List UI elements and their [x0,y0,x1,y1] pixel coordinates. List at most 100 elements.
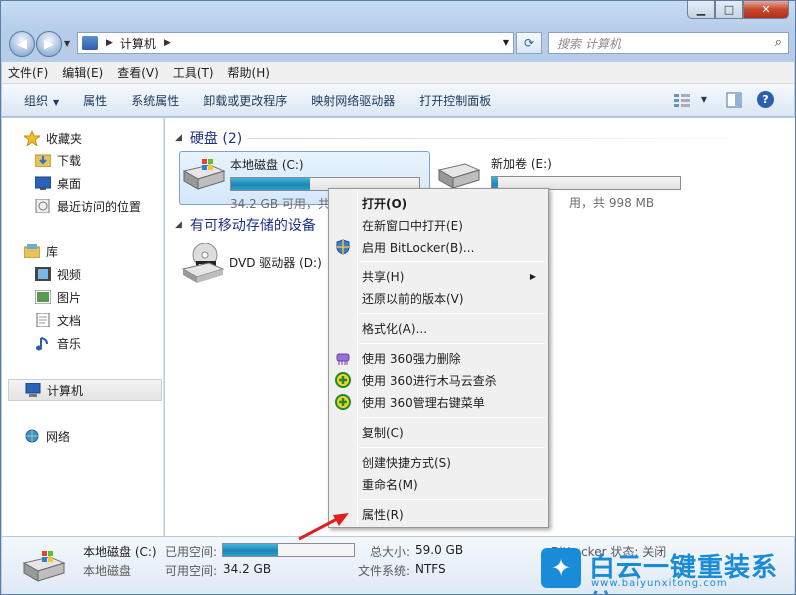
menu-360-scan[interactable]: 使用 360进行木马云查杀 [331,369,546,391]
details-fs-value: NTFS [415,562,446,576]
nav-computer-label: 计算机 [47,383,84,398]
menu-create-shortcut[interactable]: 创建快捷方式(S) [331,451,546,473]
menu-open[interactable]: 打开(O) [331,192,546,214]
menu-separator [359,313,545,314]
group-removable[interactable]: ◢ 有可移动存储的设备 [175,215,316,235]
collapse-icon[interactable]: ◢ [175,133,182,143]
search-icon[interactable]: ⌕ [775,35,782,50]
menu-help[interactable]: 帮助(H) [228,64,270,81]
group-hard-disks[interactable]: ◢ 硬盘 (2) [175,128,242,148]
desktop-icon [34,176,52,190]
menu-file[interactable]: 文件(F) [8,64,48,81]
menu-restore-versions[interactable]: 还原以前的版本(V) [331,287,546,309]
nav-network[interactable]: 网络 [24,425,184,447]
menu-properties[interactable]: 属性(R) [331,503,546,525]
menu-format[interactable]: 格式化(A)... [331,317,546,339]
computer-icon [25,382,41,397]
back-button[interactable]: ◀ [9,31,35,57]
network-icon [24,429,40,443]
navigation-pane: 收藏夹 下载 桌面 最近访问的位置 库 视频 图片 文档 音乐 计算机 网络 [2,118,164,536]
breadcrumb-separator-icon[interactable]: ▶ [164,38,171,48]
recent-pages-dropdown[interactable]: ▼ [64,39,70,48]
menu-open-new-window[interactable]: 在新窗口中打开(E) [331,214,546,236]
explorer-window: ▁ □ ✕ ◀ ▶ ▼ ▶ 计算机 ▶ ▼ ⟳ 搜索 计算机 ⌕ 文件(F) 编… [0,0,796,595]
menu-copy[interactable]: 复制(C) [331,421,546,443]
address-dropdown-icon[interactable]: ▼ [503,38,509,47]
search-input[interactable]: 搜索 计算机 ⌕ [548,32,789,54]
details-type: 本地磁盘 [83,564,132,578]
nav-network-label: 网络 [46,429,71,444]
group-divider [247,138,787,139]
details-fs-label: 文件系统: [358,564,411,578]
dvd-drive-icon: DVD [179,242,229,283]
close-button[interactable]: ✕ [743,1,789,19]
dvd-name: DVD 驱动器 (D:) [229,256,322,270]
menu-tools[interactable]: 工具(T) [173,64,214,81]
video-icon [35,267,51,281]
address-row: ◀ ▶ ▼ ▶ 计算机 ▶ ▼ ⟳ 搜索 计算机 ⌕ [1,29,795,57]
nav-libraries[interactable]: 库 [23,240,184,262]
menu-view[interactable]: 查看(V) [117,64,159,81]
picture-icon [34,289,52,305]
menu-bitlocker[interactable]: 启用 BitLocker(B)... [331,236,546,258]
drive-c-name: 本地磁盘 (C:) [230,158,304,172]
recent-places-icon [35,198,51,214]
nav-desktop-label: 桌面 [57,176,82,191]
nav-music-label: 音乐 [57,336,82,351]
menu-360-delete-label: 使用 360强力删除 [362,351,461,366]
details-name: 本地磁盘 (C:) [83,545,157,559]
organize-label: 组织 [24,93,49,108]
chevron-down-icon: ▼ [53,97,60,107]
properties-button[interactable]: 属性 [83,92,107,109]
red-arrow-icon [298,513,349,541]
forward-button[interactable]: ▶ [36,31,62,57]
menu-separator [359,343,545,344]
collapse-icon[interactable]: ◢ [175,220,182,230]
menu-share-label: 共享(H) [362,269,405,284]
drive-e-name: 新加卷 (E:) [491,157,552,171]
watermark-url: www.baiyunxitong.com [591,578,728,589]
computer-icon [82,36,98,50]
context-menu: 打开(O) 在新窗口中打开(E) 启用 BitLocker(B)... 共享(H… [328,188,549,528]
open-control-panel-button[interactable]: 打开控制面板 [419,92,491,109]
breadcrumb-separator-icon[interactable]: ▶ [106,38,113,48]
help-icon[interactable]: ? [757,91,774,108]
nav-favorites[interactable]: 收藏夹 [22,127,184,149]
minimize-button[interactable]: ▁ [687,1,715,19]
menu-edit[interactable]: 编辑(E) [62,64,103,81]
menu-separator [359,447,545,448]
drive-dvd[interactable]: DVD DVD 驱动器 (D:) [179,238,339,292]
refresh-button[interactable]: ⟳ [516,32,542,54]
nav-favorites-label: 收藏夹 [46,131,83,146]
caption-buttons: ▁ □ ✕ [687,1,789,19]
address-bar[interactable]: ▶ 计算机 ▶ ▼ [77,32,514,54]
details-total-label: 总大小: [370,545,411,559]
menu-360-manage[interactable]: 使用 360管理右键菜单 [331,391,546,413]
system-properties-button[interactable]: 系统属性 [131,92,179,109]
maximize-button[interactable]: □ [715,1,743,19]
nav-videos-label: 视频 [57,267,82,282]
group-removable-label: 有可移动存储的设备 [189,218,316,234]
drive-c-detail-icon [22,549,68,586]
view-dropdown-icon[interactable]: ▼ [695,92,713,108]
menu-360-delete[interactable]: 使用 360强力删除 [331,347,546,369]
menu-separator [359,499,545,500]
shredder-icon [335,350,351,366]
menu-bitlocker-label: 启用 BitLocker(B)... [362,240,475,255]
breadcrumb-computer[interactable]: 计算机 [120,35,156,52]
group-hard-disks-label: 硬盘 (2) [189,131,243,147]
command-bar: 组织 ▼ 属性 系统属性 卸载或更改程序 映射网络驱动器 打开控制面板 ▼ ? [2,84,794,117]
submenu-arrow-icon: ▶ [529,271,536,281]
uninstall-program-button[interactable]: 卸载或更改程序 [203,92,287,109]
menu-separator [359,261,545,262]
change-view-icon[interactable] [673,92,691,108]
libraries-icon [23,244,41,259]
menu-share[interactable]: 共享(H) ▶ [331,265,546,287]
music-icon [35,336,51,351]
menu-rename[interactable]: 重命名(M) [331,473,546,495]
details-free-label: 可用空间: [165,564,218,578]
preview-pane-icon[interactable] [725,92,743,108]
organize-button[interactable]: 组织 ▼ [24,92,59,109]
nav-computer[interactable]: 计算机 [8,379,162,401]
map-network-drive-button[interactable]: 映射网络驱动器 [311,92,395,109]
